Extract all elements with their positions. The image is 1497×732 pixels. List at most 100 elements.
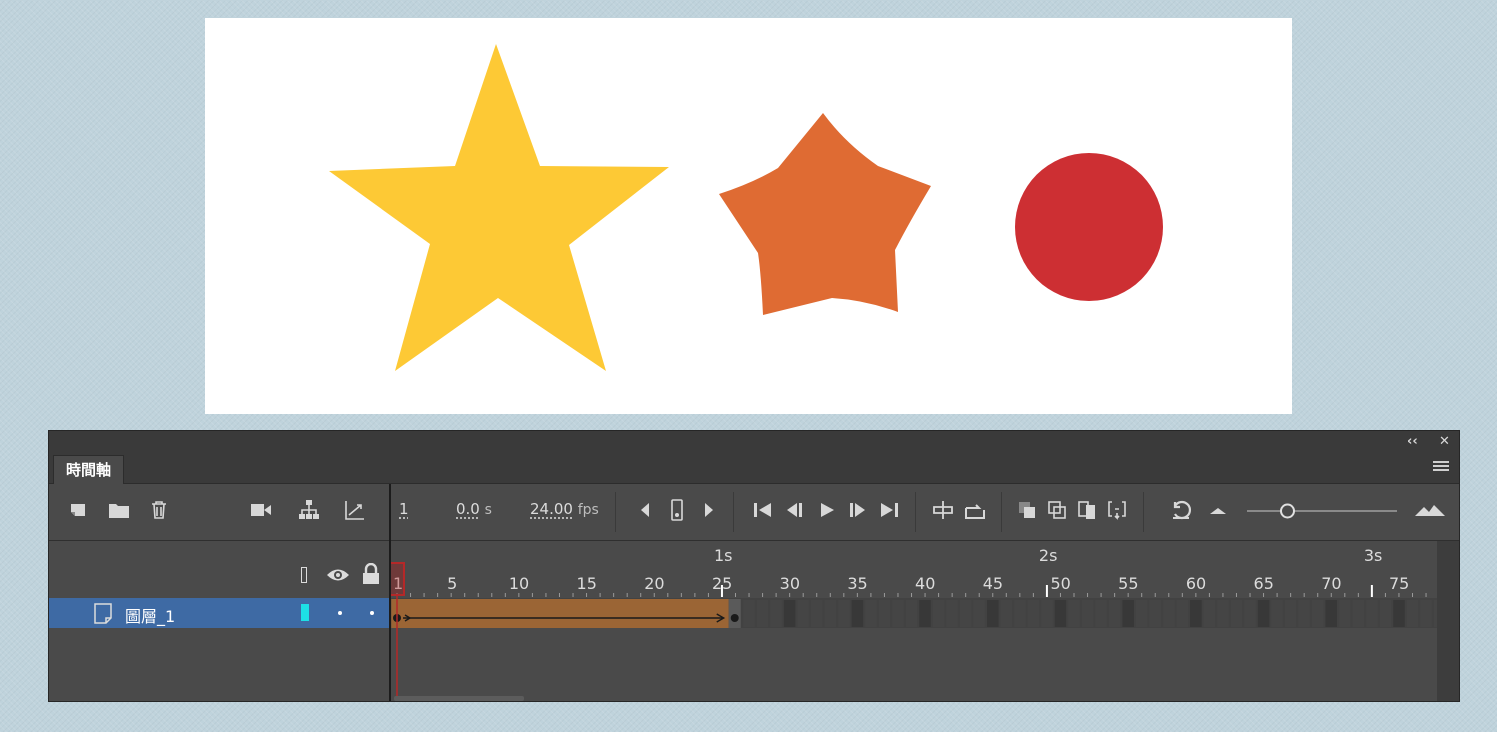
layer-outline-color[interactable] xyxy=(301,604,309,621)
center-frame-icon[interactable] xyxy=(931,498,955,522)
seconds-label: 3s xyxy=(1364,546,1383,565)
frame-label: 75 xyxy=(1389,574,1409,593)
eye-icon[interactable] xyxy=(326,566,350,584)
empty-frame-cell xyxy=(1284,600,1297,627)
lock-dot[interactable] xyxy=(370,611,374,615)
empty-frame-cell xyxy=(1122,600,1134,627)
empty-frame-cell xyxy=(1108,600,1121,627)
horizontal-scrollbar[interactable] xyxy=(394,696,524,701)
end-keyframe-dot xyxy=(730,614,739,622)
empty-frame-cell xyxy=(1081,600,1094,627)
timeline-toolbar: 1 0.0 s 24.00 fps xyxy=(49,484,1459,541)
layer-depth-icon[interactable] xyxy=(343,498,367,522)
empty-frame-cell xyxy=(919,600,931,627)
layer-name[interactable]: 圖層_1 xyxy=(125,603,175,627)
empty-frame-cell xyxy=(959,600,972,627)
orange-rounded-star-shape[interactable] xyxy=(719,113,931,315)
frame-grid[interactable]: 1s2s3s151015202530354045505560657075 xyxy=(391,541,1439,701)
empty-frame-cell xyxy=(838,600,850,627)
play-icon[interactable] xyxy=(815,498,839,522)
onion-outline-icon[interactable] xyxy=(1045,498,1069,522)
empty-frame-cell xyxy=(878,600,891,627)
empty-frame-cell xyxy=(973,600,985,627)
toolbar-separator xyxy=(615,492,616,532)
empty-frame-cell xyxy=(1311,600,1324,627)
frame-label: 5 xyxy=(447,574,457,593)
frame-label: 65 xyxy=(1254,574,1274,593)
toolbar-separator xyxy=(1001,492,1002,532)
empty-frame-cell xyxy=(1135,600,1148,627)
toolbar-separator xyxy=(1143,492,1144,532)
new-folder-icon[interactable] xyxy=(107,498,131,522)
go-first-icon[interactable] xyxy=(751,498,775,522)
edit-multiple-icon[interactable] xyxy=(1075,498,1099,522)
timeline-panel: ‹‹ ✕ 時間軸 1 0.0 s 24.00 fps 圖層_1 1s 2s 3s… xyxy=(48,430,1460,702)
empty-frame-cell xyxy=(986,600,999,627)
empty-frame-cell xyxy=(1393,600,1405,627)
empty-frame-cell xyxy=(1298,600,1310,627)
toolbar-separator xyxy=(915,492,916,532)
stage-canvas[interactable] xyxy=(205,18,1292,414)
onion-markers-icon[interactable] xyxy=(1105,498,1129,522)
empty-frame-cell xyxy=(1054,600,1067,627)
current-frame-field[interactable]: 1 xyxy=(399,499,409,519)
empty-frame-cell xyxy=(892,600,904,627)
tab-timeline[interactable]: 時間軸 xyxy=(53,455,125,484)
panel-tab-row: 時間軸 xyxy=(49,453,1459,484)
empty-frame-cell xyxy=(1014,600,1026,627)
hamburger-menu-icon[interactable] xyxy=(1433,461,1449,475)
double-chevron-left-icon[interactable]: ‹‹ xyxy=(1407,433,1418,451)
motion-tween-span xyxy=(391,599,729,628)
step-forward-icon[interactable] xyxy=(697,498,721,522)
undo-icon[interactable] xyxy=(1169,498,1193,522)
empty-frame-cell xyxy=(1406,600,1419,627)
zoom-out-icon[interactable] xyxy=(1206,498,1230,522)
empty-frame-cell xyxy=(770,600,782,627)
zoom-slider-knob[interactable] xyxy=(1280,503,1295,519)
go-last-icon[interactable] xyxy=(877,498,901,522)
frame-label: 35 xyxy=(847,574,867,593)
empty-frame-cell xyxy=(1230,600,1243,627)
frame-label: 55 xyxy=(1118,574,1138,593)
empty-frame-cell xyxy=(1068,600,1080,627)
frame-label: 10 xyxy=(509,574,529,593)
outline-toggle-icon[interactable] xyxy=(301,567,307,583)
frame-label: 60 xyxy=(1186,574,1206,593)
frame-label: 40 xyxy=(915,574,935,593)
empty-frame-cell xyxy=(946,600,958,627)
new-layer-icon[interactable] xyxy=(67,498,91,522)
elapsed-time-field[interactable]: 0.0 s xyxy=(456,499,492,520)
visibility-dot[interactable] xyxy=(338,611,342,615)
close-icon[interactable]: ✕ xyxy=(1439,433,1450,451)
empty-frame-cell xyxy=(1325,600,1338,627)
delete-icon[interactable] xyxy=(147,498,171,522)
vertical-scrollbar[interactable] xyxy=(1437,541,1459,701)
empty-frame-cell xyxy=(783,600,796,627)
empty-frame-cell xyxy=(824,600,837,627)
camera-icon[interactable] xyxy=(249,498,273,522)
next-frame-icon[interactable] xyxy=(845,498,869,522)
empty-frame-cell xyxy=(1379,600,1392,627)
empty-frame-cell xyxy=(1163,600,1175,627)
empty-frame-cell xyxy=(851,600,864,627)
onion-skin-icon[interactable] xyxy=(1015,498,1039,522)
zoom-slider[interactable] xyxy=(1245,502,1399,520)
empty-frame-cell xyxy=(932,600,945,627)
frame-label: 15 xyxy=(577,574,597,593)
empty-frame-cell xyxy=(1420,600,1432,627)
insert-keyframe-icon[interactable] xyxy=(665,498,689,522)
layer-row[interactable]: 圖層_1 xyxy=(49,598,389,628)
frame-rate-field[interactable]: 24.00 fps xyxy=(530,499,599,520)
frame-label: 70 xyxy=(1321,574,1341,593)
prev-frame-icon[interactable] xyxy=(783,498,807,522)
toolbar-separator xyxy=(733,492,734,532)
step-back-icon[interactable] xyxy=(633,498,657,522)
empty-frame-cell xyxy=(1095,600,1107,627)
empty-frame-cell xyxy=(1149,600,1162,627)
lock-icon[interactable] xyxy=(361,563,381,585)
parenting-icon[interactable] xyxy=(297,498,321,522)
loop-icon[interactable] xyxy=(963,498,987,522)
red-circle-shape[interactable] xyxy=(1015,153,1163,301)
yellow-star-shape[interactable] xyxy=(329,44,669,371)
zoom-in-icon[interactable] xyxy=(1413,498,1447,522)
